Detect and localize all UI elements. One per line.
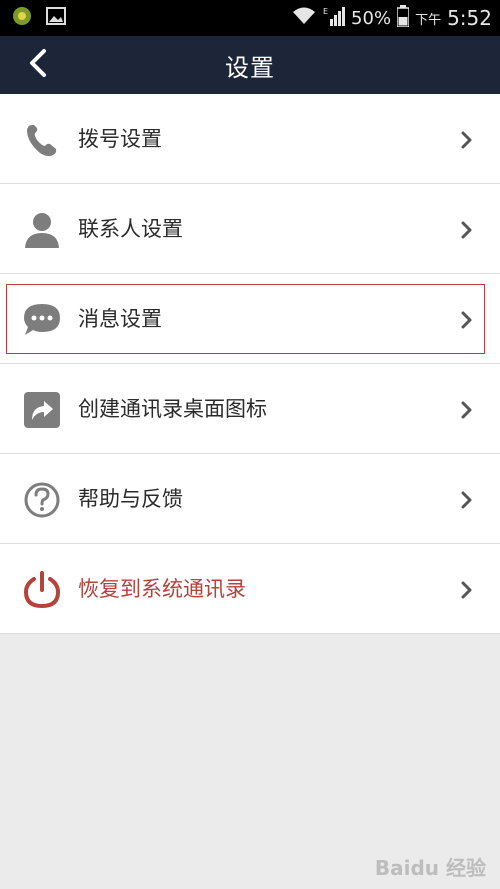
settings-item-dial[interactable]: 拨号设置 (0, 94, 500, 184)
settings-item-label: 创建通讯录桌面图标 (78, 397, 267, 421)
chevron-right-icon (460, 130, 474, 150)
clock: 5:52 (447, 6, 492, 30)
help-icon (22, 480, 62, 520)
chevron-right-icon (460, 310, 474, 330)
power-icon (22, 570, 62, 610)
settings-item-label: 拨号设置 (78, 127, 162, 151)
battery-percent: 50% (351, 7, 392, 29)
ampm-label: 下午 (415, 12, 442, 28)
settings-list: 拨号设置 联系人设置 消息设置 创建通讯录桌面图标 帮助与反馈 恢复到系统通讯录 (0, 94, 500, 634)
settings-item-label: 消息设置 (78, 307, 162, 331)
settings-item-help[interactable]: 帮助与反馈 (0, 454, 500, 544)
settings-item-label: 帮助与反馈 (78, 487, 183, 511)
battery-icon (396, 4, 410, 32)
share-arrow-icon (22, 390, 62, 430)
chevron-right-icon (460, 580, 474, 600)
settings-item-label: 恢复到系统通讯录 (78, 577, 246, 601)
settings-item-desktop-shortcut[interactable]: 创建通讯录桌面图标 (0, 364, 500, 454)
settings-item-messages[interactable]: 消息设置 (0, 274, 500, 364)
svg-text:E: E (323, 7, 328, 16)
settings-item-contacts[interactable]: 联系人设置 (0, 184, 500, 274)
back-arrow-icon (27, 48, 49, 82)
back-button[interactable] (20, 47, 56, 83)
person-icon (22, 210, 62, 250)
image-icon (46, 7, 66, 29)
settings-item-restore[interactable]: 恢复到系统通讯录 (0, 544, 500, 634)
watermark: Baidu 经验 (374, 856, 486, 880)
status-bar: E 50% 下午 5:52 (0, 0, 500, 36)
title-bar: 设置 (0, 36, 500, 94)
page-title: 设置 (225, 53, 275, 82)
wifi-icon (291, 6, 317, 31)
chat-bubble-icon (22, 300, 62, 340)
signal-icon: E (323, 5, 346, 32)
chevron-right-icon (460, 490, 474, 510)
app-coin-icon (12, 6, 32, 30)
chevron-right-icon (460, 400, 474, 420)
settings-item-label: 联系人设置 (78, 217, 183, 241)
phone-icon (22, 120, 62, 160)
chevron-right-icon (460, 220, 474, 240)
